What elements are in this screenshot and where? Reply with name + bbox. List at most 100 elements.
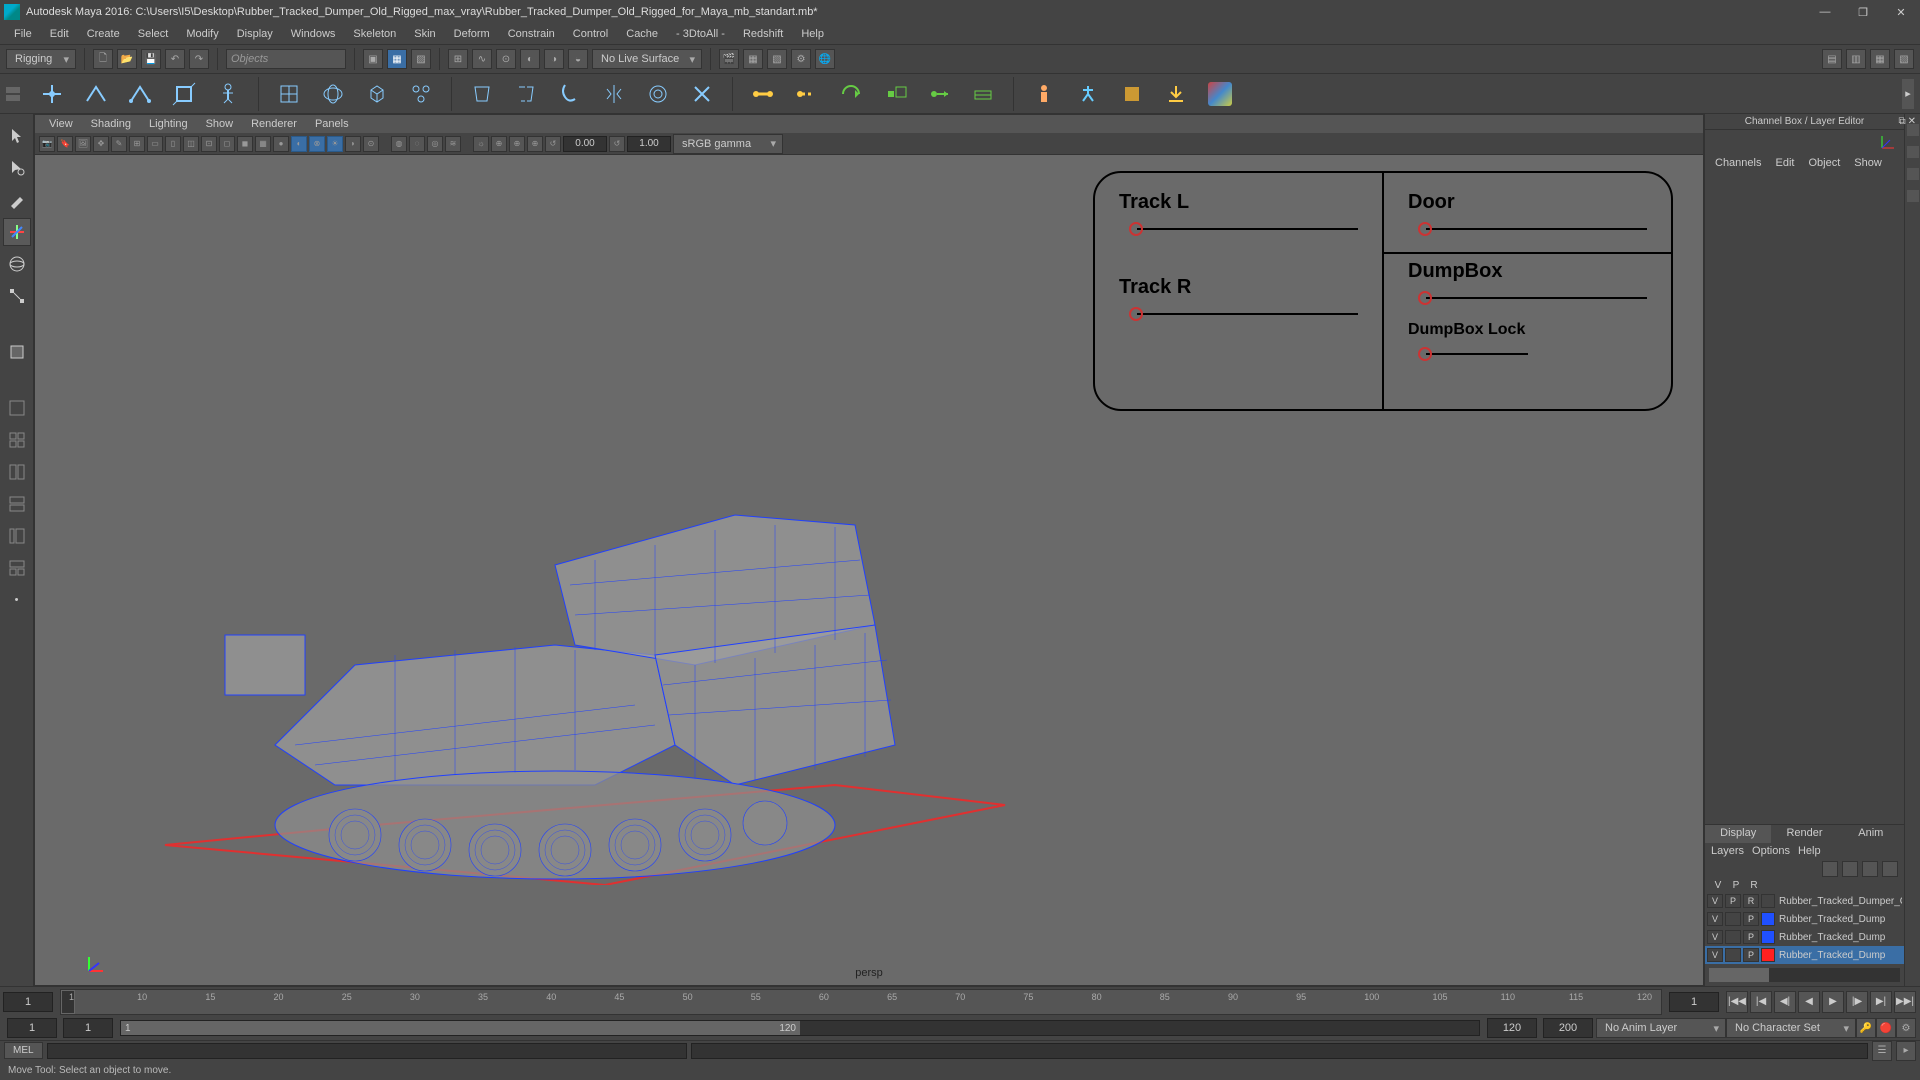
layer-scrollbar[interactable] bbox=[1709, 968, 1900, 982]
menu-redshift[interactable]: Redshift bbox=[735, 26, 791, 42]
shelf-hik-export[interactable] bbox=[1158, 76, 1194, 112]
close-button[interactable]: ✕ bbox=[1894, 5, 1908, 19]
dumpbox-slider[interactable] bbox=[1408, 291, 1647, 305]
vp-exposure-icon[interactable]: ☼ bbox=[473, 136, 489, 152]
shelf-paint-weights[interactable] bbox=[552, 76, 588, 112]
range-end-field[interactable]: 200 bbox=[1543, 1018, 1593, 1038]
vp-safe-title[interactable]: ◼ bbox=[237, 136, 253, 152]
minimize-button[interactable]: — bbox=[1818, 5, 1832, 19]
shelf-cluster[interactable] bbox=[403, 76, 439, 112]
custom-layout-button[interactable]: • bbox=[3, 586, 31, 614]
ipr-render-button[interactable]: ▧ bbox=[767, 49, 787, 69]
layer-menu-layers[interactable]: Layers bbox=[1711, 845, 1744, 857]
snap-grid-button[interactable]: ⊞ bbox=[448, 49, 468, 69]
shelf-vertex-select[interactable] bbox=[122, 76, 158, 112]
redo-button[interactable]: ↷ bbox=[189, 49, 209, 69]
shelf-joint-tool[interactable] bbox=[210, 76, 246, 112]
set-key-button[interactable]: 🔴 bbox=[1876, 1018, 1896, 1038]
select-hierarchy-button[interactable]: ▣ bbox=[363, 49, 383, 69]
render-view-button[interactable]: 🎬 bbox=[719, 49, 739, 69]
go-start-button[interactable]: |◀◀ bbox=[1726, 991, 1748, 1013]
paint-select-tool[interactable] bbox=[3, 186, 31, 214]
two-view-h-button[interactable] bbox=[3, 490, 31, 518]
time-current-field[interactable]: 1 bbox=[1669, 992, 1719, 1012]
open-scene-button[interactable]: 📂 bbox=[117, 49, 137, 69]
menu-skeleton[interactable]: Skeleton bbox=[345, 26, 404, 42]
shelf-parent-constraint[interactable] bbox=[745, 76, 781, 112]
vp-menu-renderer[interactable]: Renderer bbox=[243, 117, 305, 131]
range-playback-start[interactable]: 1 bbox=[63, 1018, 113, 1038]
panel-layout1-button[interactable]: ▤ bbox=[1822, 49, 1842, 69]
layer-row[interactable]: VPRubber_Tracked_Dump bbox=[1705, 946, 1904, 964]
shelf-hik-skeleton[interactable] bbox=[1070, 76, 1106, 112]
vp-gamma-reset[interactable]: ↺ bbox=[609, 136, 625, 152]
persp-graph-button[interactable] bbox=[3, 554, 31, 582]
rotate-tool[interactable] bbox=[3, 250, 31, 278]
shelf-tab-up[interactable] bbox=[6, 87, 20, 93]
layer-new-empty-button[interactable] bbox=[1862, 861, 1878, 877]
vp-gamma-field[interactable]: 1.00 bbox=[627, 136, 671, 152]
time-ruler[interactable]: 1101520253035404550556065707580859095100… bbox=[60, 989, 1662, 1015]
vp-shadows[interactable]: ◗ bbox=[345, 136, 361, 152]
layer-row[interactable]: VPRRubber_Tracked_Dumper_Ol... bbox=[1705, 892, 1904, 910]
door-slider[interactable] bbox=[1408, 222, 1647, 236]
menu-help[interactable]: Help bbox=[793, 26, 832, 42]
layer-row[interactable]: VPRubber_Tracked_Dump bbox=[1705, 910, 1904, 928]
vp-menu-lighting[interactable]: Lighting bbox=[141, 117, 196, 131]
menu-deform[interactable]: Deform bbox=[446, 26, 498, 42]
shelf-aim-constraint[interactable] bbox=[921, 76, 957, 112]
select-object-button[interactable]: ▦ bbox=[387, 49, 407, 69]
range-slider[interactable]: 1120 bbox=[120, 1020, 1480, 1036]
layer-tab-render[interactable]: Render bbox=[1771, 825, 1837, 843]
menu-dtoall[interactable]: - 3DtoAll - bbox=[668, 26, 733, 42]
vp-exposure-field[interactable]: 0.00 bbox=[563, 136, 607, 152]
play-forward-button[interactable]: ▶ bbox=[1822, 991, 1844, 1013]
maximize-button[interactable]: ❐ bbox=[1856, 5, 1870, 19]
cb-close-icon[interactable]: ✕ bbox=[1908, 116, 1916, 127]
vp-expand3[interactable]: ⊕ bbox=[527, 136, 543, 152]
vp-wireframe-on-shaded[interactable]: ⊗ bbox=[309, 136, 325, 152]
cb-tab-edit[interactable]: Edit bbox=[1769, 156, 1800, 170]
auto-key-button[interactable]: 🔑 bbox=[1856, 1018, 1876, 1038]
shelf-pole-vector[interactable] bbox=[965, 76, 1001, 112]
snap-curve-button[interactable]: ∿ bbox=[472, 49, 492, 69]
layer-row[interactable]: VPRubber_Tracked_Dump bbox=[1705, 928, 1904, 946]
vp-grid-toggle[interactable]: ⊞ bbox=[129, 136, 145, 152]
range-start-field[interactable]: 1 bbox=[7, 1018, 57, 1038]
character-set-dropdown[interactable]: No Character Set bbox=[1726, 1018, 1856, 1038]
panel-layout4-button[interactable]: ▧ bbox=[1894, 49, 1914, 69]
vp-lights[interactable]: ☀ bbox=[327, 136, 343, 152]
snap-live-button[interactable]: ◒ bbox=[568, 49, 588, 69]
menu-cache[interactable]: Cache bbox=[618, 26, 666, 42]
modeling-toolkit-toggle[interactable] bbox=[1907, 190, 1919, 202]
range-playback-end[interactable]: 120 bbox=[1487, 1018, 1537, 1038]
shelf-face-select[interactable] bbox=[166, 76, 202, 112]
vp-grease[interactable]: ✎ bbox=[111, 136, 127, 152]
shelf-orient-constraint[interactable] bbox=[833, 76, 869, 112]
menu-file[interactable]: File bbox=[6, 26, 40, 42]
last-tool[interactable] bbox=[3, 338, 31, 366]
vp-expand2[interactable]: ⊕ bbox=[509, 136, 525, 152]
four-view-button[interactable] bbox=[3, 426, 31, 454]
live-surface-dropdown[interactable]: No Live Surface bbox=[592, 49, 702, 69]
selection-mode-search[interactable]: Objects bbox=[226, 49, 346, 69]
menu-control[interactable]: Control bbox=[565, 26, 616, 42]
shelf-hik-custom[interactable] bbox=[1202, 76, 1238, 112]
vp-menu-view[interactable]: View bbox=[41, 117, 81, 131]
snap-plane-button[interactable]: ◐ bbox=[520, 49, 540, 69]
shelf-detach-skin[interactable] bbox=[508, 76, 544, 112]
go-end-button[interactable]: ▶▶| bbox=[1894, 991, 1916, 1013]
time-start-field[interactable]: 1 bbox=[3, 992, 53, 1012]
menu-windows[interactable]: Windows bbox=[283, 26, 344, 42]
shelf-cube-deform[interactable] bbox=[359, 76, 395, 112]
save-scene-button[interactable]: 💾 bbox=[141, 49, 161, 69]
cb-tab-channels[interactable]: Channels bbox=[1709, 156, 1767, 170]
viewport-3d[interactable]: Track L Track R Door DumpBox DumpBox Loc… bbox=[35, 155, 1703, 985]
shelf-lattice[interactable] bbox=[271, 76, 307, 112]
vp-bookmark[interactable]: 🔖 bbox=[57, 136, 73, 152]
menu-create[interactable]: Create bbox=[79, 26, 128, 42]
vp-ao[interactable]: ◎ bbox=[427, 136, 443, 152]
command-input[interactable] bbox=[47, 1043, 687, 1059]
select-component-button[interactable]: ▨ bbox=[411, 49, 431, 69]
cb-popout-icon[interactable]: ⧉ bbox=[1898, 116, 1905, 127]
